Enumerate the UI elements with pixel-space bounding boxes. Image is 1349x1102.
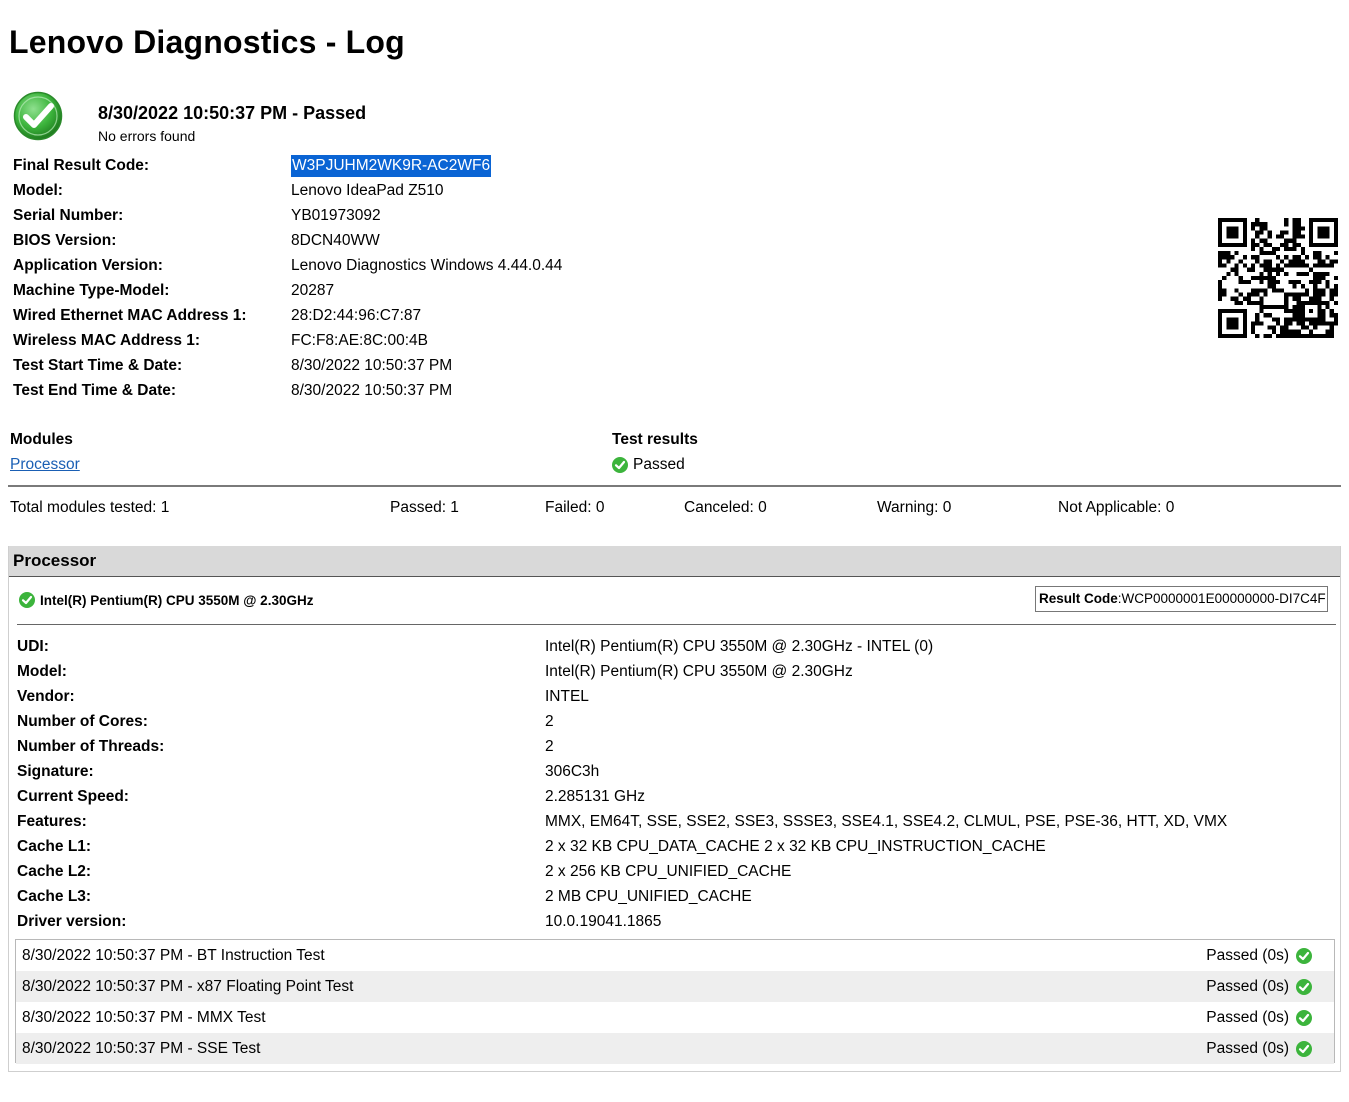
test-result-text: Passed (0s) — [1206, 947, 1289, 964]
check-circle-icon — [19, 592, 35, 608]
info-label: BIOS Version: — [13, 232, 117, 249]
check-circle-icon — [1296, 978, 1312, 995]
divider — [17, 624, 1336, 625]
info-value: Lenovo IdeaPad Z510 — [291, 182, 444, 199]
detail-label: Features: — [17, 813, 87, 830]
info-label: Model: — [13, 182, 63, 199]
test-result: Passed (0s) — [1206, 1033, 1312, 1064]
info-value: Lenovo Diagnostics Windows 4.44.0.44 — [291, 257, 563, 274]
processor-result-code[interactable]: Result Code:WCP0000001E00000000-DI7C4F — [1035, 586, 1328, 612]
detail-value: 2 MB CPU_UNIFIED_CACHE — [545, 888, 752, 905]
test-result: Passed (0s) — [1206, 1002, 1312, 1033]
detail-label: Signature: — [17, 763, 94, 780]
test-row: 8/30/2022 10:50:37 PM - MMX Test Passed … — [16, 1002, 1334, 1033]
test-result: Passed (0s) — [1206, 940, 1312, 971]
detail-value: 2 — [545, 713, 554, 730]
total-passed: Passed: 1 — [390, 499, 459, 516]
detail-value: 10.0.19041.1865 — [545, 913, 662, 930]
qr-code-icon — [1218, 218, 1338, 338]
detail-value: Intel(R) Pentium(R) CPU 3550M @ 2.30GHz — [545, 663, 853, 680]
status-line: 8/30/2022 10:50:37 PM - Passed — [98, 103, 367, 123]
detail-value: 2.285131 GHz — [545, 788, 645, 805]
processor-module-result: Passed — [612, 456, 685, 474]
detail-label: Vendor: — [17, 688, 75, 705]
info-label: Test Start Time & Date: — [13, 357, 183, 374]
test-row: 8/30/2022 10:50:37 PM - BT Instruction T… — [16, 940, 1334, 971]
detail-label: Driver version: — [17, 913, 127, 930]
cpu-name: Intel(R) Pentium(R) CPU 3550M @ 2.30GHz — [40, 592, 314, 608]
info-label: Application Version: — [13, 257, 163, 274]
check-circle-icon — [1296, 947, 1312, 964]
detail-label: Cache L3: — [17, 888, 92, 905]
test-name: 8/30/2022 10:50:37 PM - MMX Test — [22, 1009, 266, 1026]
page-title: Lenovo Diagnostics - Log — [9, 24, 405, 60]
detail-value: 2 x 32 KB CPU_DATA_CACHE 2 x 32 KB CPU_I… — [545, 838, 1046, 855]
test-result: Passed (0s) — [1206, 971, 1312, 1002]
info-value: YB01973092 — [291, 207, 381, 224]
info-label: Wireless MAC Address 1: — [13, 332, 201, 349]
info-value: 28:D2:44:96:C7:87 — [291, 307, 422, 324]
test-name: 8/30/2022 10:50:37 PM - x87 Floating Poi… — [22, 978, 354, 995]
processor-section-title: Processor — [13, 551, 97, 570]
info-value: 8DCN40WW — [291, 232, 380, 249]
modules-column-header: Modules — [10, 431, 73, 448]
test-name: 8/30/2022 10:50:37 PM - SSE Test — [22, 1040, 261, 1057]
check-circle-icon — [1296, 1040, 1312, 1057]
divider — [8, 485, 1341, 487]
passed-check-icon — [13, 91, 63, 141]
detail-value: INTEL — [545, 688, 589, 705]
total-canceled: Canceled: 0 — [684, 499, 767, 516]
total-failed: Failed: 0 — [545, 499, 605, 516]
info-label: Test End Time & Date: — [13, 382, 177, 399]
info-label: Serial Number: — [13, 207, 124, 224]
test-name: 8/30/2022 10:50:37 PM - BT Instruction T… — [22, 947, 325, 964]
detail-label: Current Speed: — [17, 788, 129, 805]
detail-label: Number of Cores: — [17, 713, 148, 730]
info-label: Machine Type-Model: — [13, 282, 170, 299]
cpu-name-line: Intel(R) Pentium(R) CPU 3550M @ 2.30GHz — [19, 592, 313, 608]
module-result-text: Passed — [633, 456, 685, 473]
detail-label: Model: — [17, 663, 67, 680]
test-result-text: Passed (0s) — [1206, 978, 1289, 995]
status-subtext: No errors found — [98, 128, 196, 144]
processor-section-header: Processor — [9, 546, 1340, 577]
detail-value: 306C3h — [545, 763, 600, 780]
final-result-code-value[interactable]: W3PJUHM2WK9R-AC2WF6 — [291, 155, 492, 177]
total-warning: Warning: 0 — [877, 499, 952, 516]
check-circle-icon — [612, 457, 628, 473]
detail-value: 2 — [545, 738, 554, 755]
total-not-applicable: Not Applicable: 0 — [1058, 499, 1175, 516]
detail-label: Number of Threads: — [17, 738, 165, 755]
detail-value: Intel(R) Pentium(R) CPU 3550M @ 2.30GHz … — [545, 638, 934, 655]
info-value: 8/30/2022 10:50:37 PM — [291, 382, 453, 399]
processor-module-link[interactable]: Processor — [10, 456, 80, 474]
detail-label: UDI: — [17, 638, 49, 655]
detail-label: Cache L2: — [17, 863, 92, 880]
result-code-value: :WCP0000001E00000000-DI7C4F — [1117, 591, 1326, 606]
detail-label: Cache L1: — [17, 838, 92, 855]
test-row: 8/30/2022 10:50:37 PM - x87 Floating Poi… — [16, 971, 1334, 1002]
info-value: 20287 — [291, 282, 335, 299]
test-results-column-header: Test results — [612, 431, 698, 448]
detail-value: MMX, EM64T, SSE, SSE2, SSE3, SSSE3, SSE4… — [545, 813, 1228, 830]
info-value: FC:F8:AE:8C:00:4B — [291, 332, 428, 349]
test-row: 8/30/2022 10:50:37 PM - SSE Test Passed … — [16, 1033, 1334, 1064]
detail-value: 2 x 256 KB CPU_UNIFIED_CACHE — [545, 863, 792, 880]
test-result-text: Passed (0s) — [1206, 1009, 1289, 1026]
result-code-label: Result Code — [1039, 591, 1118, 606]
test-result-text: Passed (0s) — [1206, 1040, 1289, 1057]
info-label: Wired Ethernet MAC Address 1: — [13, 307, 247, 324]
check-circle-icon — [1296, 1009, 1312, 1026]
info-value: 8/30/2022 10:50:37 PM — [291, 357, 453, 374]
total-modules-tested: Total modules tested: 1 — [10, 499, 170, 516]
info-label: Final Result Code: — [13, 157, 150, 174]
test-results-list: 8/30/2022 10:50:37 PM - BT Instruction T… — [15, 939, 1335, 1064]
processor-section: Processor Intel(R) Pentium(R) CPU 3550M … — [8, 546, 1341, 1072]
